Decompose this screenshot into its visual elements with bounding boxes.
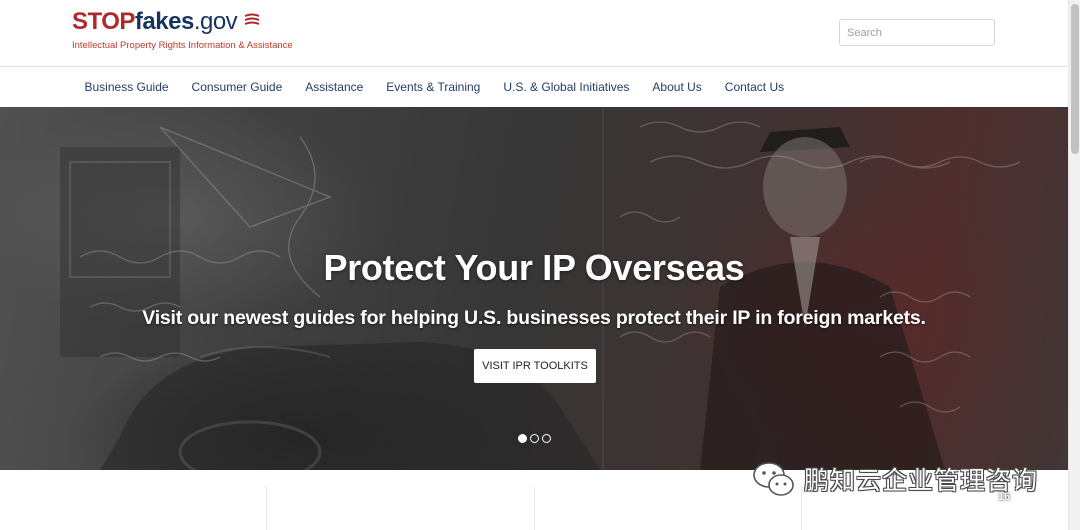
logo-fakes: fakes [134, 8, 194, 35]
nav-assistance[interactable]: Assistance [305, 80, 363, 94]
wechat-icon [753, 462, 794, 496]
logo-stop: STOP [72, 8, 135, 35]
column-divider [534, 486, 535, 530]
slider-dots [518, 434, 551, 443]
hero-slider: Protect Your IP Overseas Visit our newes… [0, 107, 1068, 470]
slider-dot-1[interactable] [518, 434, 527, 443]
search-input[interactable] [839, 19, 995, 46]
watermark-badge: 16 [998, 491, 1011, 503]
site-logo[interactable]: STOPfakes.gov Intellectual Property Righ… [72, 8, 293, 51]
nav-about-us[interactable]: About Us [652, 80, 701, 94]
site-tagline: Intellectual Property Rights Information… [72, 40, 293, 51]
visit-ipr-toolkits-button[interactable]: VISIT IPR TOOLKITS [474, 349, 596, 383]
nav-consumer-guide[interactable]: Consumer Guide [192, 80, 283, 94]
flag-stripes-icon [244, 13, 260, 25]
scrollbar-thumb[interactable] [1071, 4, 1079, 154]
slider-dot-2[interactable] [530, 434, 539, 443]
nav-events-training[interactable]: Events & Training [386, 80, 480, 94]
page-scrollbar[interactable] [1068, 0, 1080, 530]
nav-business-guide[interactable]: Business Guide [85, 80, 169, 94]
logo-gov: .gov [193, 8, 238, 35]
hero-title: Protect Your IP Overseas [323, 247, 745, 288]
hero-subtitle: Visit our newest guides for helping U.S.… [142, 307, 926, 329]
main-nav: Business Guide Consumer Guide Assistance… [0, 67, 1068, 107]
column-divider [266, 486, 267, 530]
logo-wordmark: STOPfakes.gov [72, 8, 293, 36]
nav-contact-us[interactable]: Contact Us [725, 80, 784, 94]
wechat-watermark: 鹏知云企业管理咨询 [752, 459, 1038, 499]
slider-dot-3[interactable] [542, 434, 551, 443]
nav-us-global-initiatives[interactable]: U.S. & Global Initiatives [503, 80, 629, 94]
site-header: STOPfakes.gov Intellectual Property Righ… [0, 0, 1068, 67]
